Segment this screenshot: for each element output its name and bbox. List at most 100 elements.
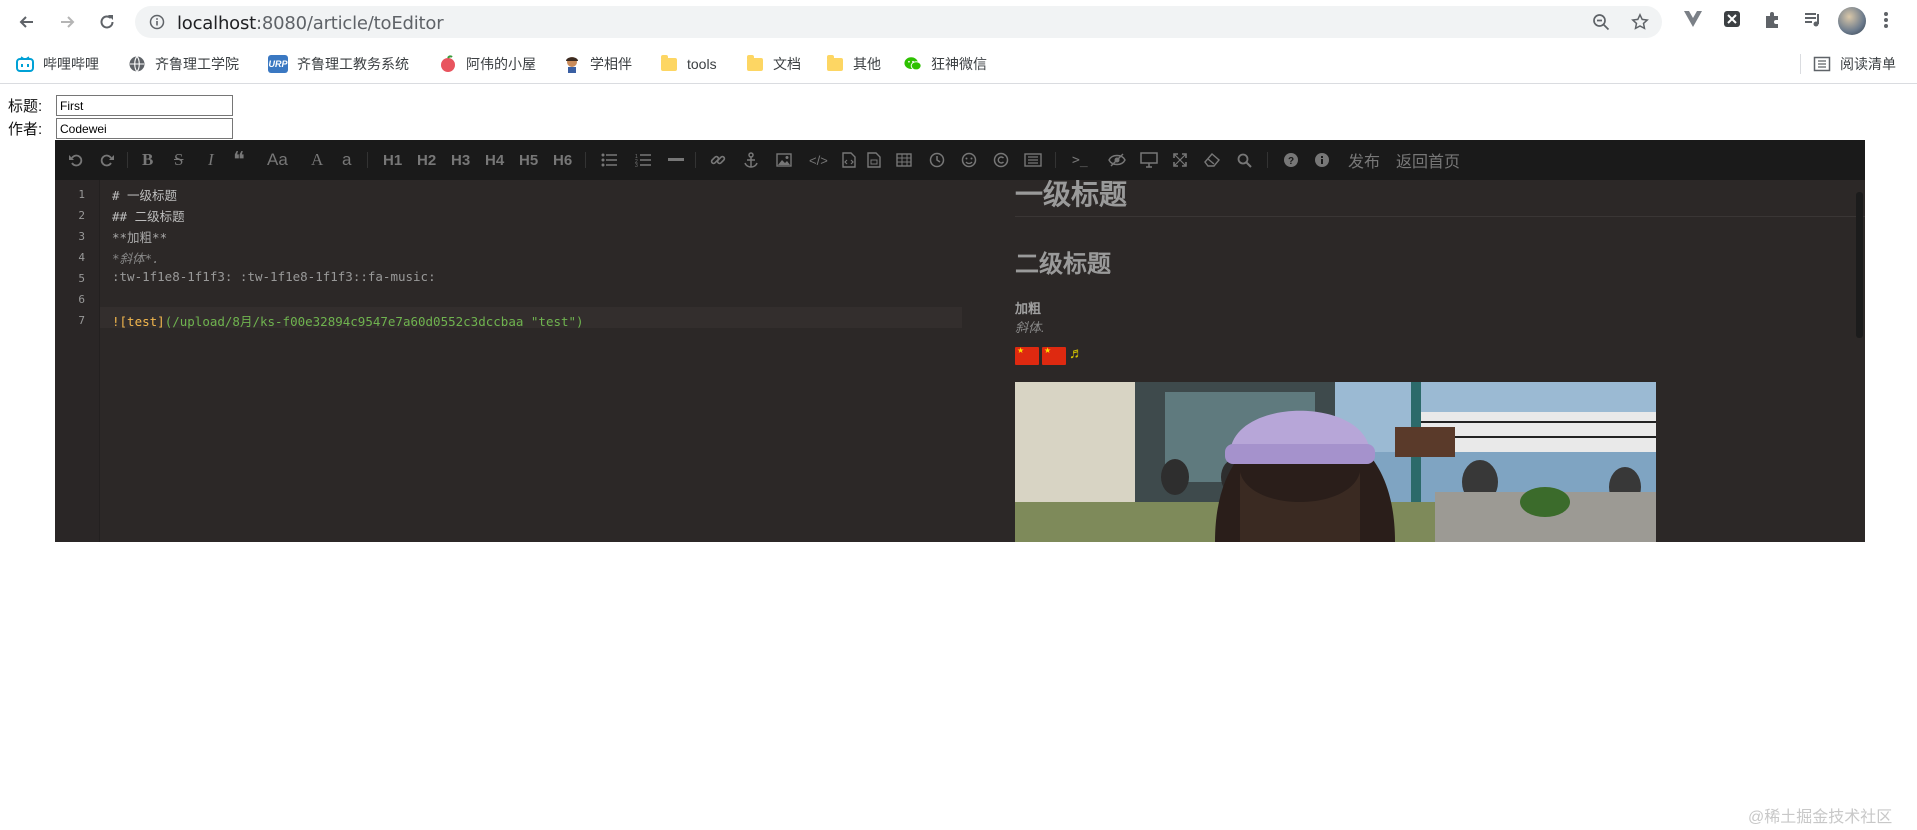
fullscreen-icon[interactable] [1173,150,1187,170]
strikethrough-icon[interactable]: S [174,150,183,170]
quote-icon[interactable]: ❝ [233,147,245,172]
music-icon: ♬ [1069,345,1084,362]
author-label: 作者: [8,121,43,138]
back-icon[interactable] [13,8,41,36]
emoji-icon[interactable] [961,150,977,170]
peach-icon [439,55,457,73]
h1-button[interactable]: H1 [383,150,402,170]
line-number: 6 [78,293,85,306]
preview-icon[interactable] [1140,150,1158,170]
bookmark-qlit-jw[interactable]: URP 齐鲁理工教务系统 [268,53,409,75]
publish-button[interactable]: 发布 [1348,150,1380,171]
media-control-icon[interactable] [1803,10,1823,35]
ordered-list-icon[interactable]: 123 [635,150,651,170]
line-number: 3 [78,230,85,243]
anchor-icon[interactable] [743,150,759,170]
bookmark-label: 齐鲁理工教务系统 [297,56,409,72]
extension-x-icon[interactable] [1723,10,1741,33]
code-line: *斜体*. [112,251,160,266]
clear-icon[interactable] [1204,150,1220,170]
avatar-icon [563,55,581,73]
info-icon[interactable] [149,14,165,35]
redo-icon[interactable] [99,150,115,170]
search-icon[interactable] [1237,150,1252,170]
h5-button[interactable]: H5 [519,150,538,170]
h6-button[interactable]: H6 [553,150,572,170]
reading-list-button[interactable]: 阅读清单 [1813,53,1896,75]
china-flag-icon [1015,347,1039,365]
watch-icon[interactable] [1108,150,1126,170]
horizontal-rule-icon[interactable] [668,150,684,170]
title-input[interactable] [56,95,233,116]
goto-line-icon[interactable]: >_ [1072,150,1088,170]
bookmark-folder-docs[interactable]: 文档 [746,53,801,75]
italic-icon[interactable]: I [208,150,214,170]
h2-button[interactable]: H2 [417,150,436,170]
line-number: 7 [78,314,85,327]
bookmark-label: 齐鲁理工学院 [155,56,239,72]
bookmark-qlit[interactable]: 齐鲁理工学院 [128,53,239,75]
unordered-list-icon[interactable] [601,150,617,170]
info-icon[interactable] [1314,150,1330,170]
code-line: :tw-1f1e8-1f1f3: :tw-1f1e8-1f1f3::fa-mus… [112,269,436,284]
preview-divider [1015,216,1865,217]
watermark: @稀土掘金技术社区 [1748,809,1893,826]
html-entities-icon[interactable] [993,150,1009,170]
url-host: localhost [177,13,256,34]
preview-scrollbar[interactable] [1856,192,1863,338]
h3-button[interactable]: H3 [451,150,470,170]
bold-icon[interactable]: B [142,150,153,170]
bookmark-awei[interactable]: 阿伟的小屋 [439,53,536,75]
help-icon[interactable]: ? [1283,150,1299,170]
preview-image [1015,382,1656,542]
profile-avatar[interactable] [1838,7,1866,35]
back-home-button[interactable]: 返回首页 [1396,150,1460,171]
code-line: **加粗** [112,230,168,245]
bookmark-wechat[interactable]: 狂神微信 [904,53,987,75]
reading-list-icon [1813,55,1831,73]
editor-toolbar: B S I ❝ Aa A a H1 H2 H3 H4 H5 H6 123 </>… [55,140,1865,180]
lowercase-icon[interactable]: a [342,150,351,170]
preview-heading-1: 一级标题 [1015,180,1128,210]
bookmark-label: 学相伴 [590,56,632,72]
code-line: ![test](/upload/8月/ks-f00e32894c9547e7a6… [112,311,584,330]
reload-icon[interactable] [93,8,121,36]
preformatted-icon[interactable] [867,150,881,170]
pagebreak-icon[interactable] [1024,150,1042,170]
first-letter-uppercase-icon[interactable]: A [311,150,323,170]
zoom-icon[interactable] [1592,13,1610,36]
datetime-icon[interactable] [929,150,945,170]
bookmark-star-icon[interactable] [1631,13,1649,36]
line-number-gutter: 1 2 3 4 5 6 7 [55,180,100,542]
forward-icon[interactable] [53,8,81,36]
url-text[interactable]: localhost:8080/article/toEditor [177,13,444,34]
uppercase-icon[interactable]: Aa [267,150,288,170]
code-inline-icon[interactable]: </> [809,150,828,170]
image-icon[interactable] [776,150,792,170]
menu-icon[interactable] [1883,10,1889,35]
code-line: ## 二级标题 [112,209,185,224]
bookmark-folder-other[interactable]: 其他 [826,53,881,75]
bookmark-label: 哔哩哔哩 [43,56,99,72]
svg-text:?: ? [1288,156,1294,167]
code-area[interactable]: # 一级标题 ## 二级标题 **加粗** *斜体*. :tw-1f1e8-1f… [100,180,1020,542]
code-block-icon[interactable] [842,150,856,170]
toolbar-divider [127,152,128,168]
table-icon[interactable] [896,150,912,170]
undo-icon[interactable] [68,150,84,170]
wechat-icon [904,55,922,73]
bookmark-bilibili[interactable]: 哔哩哔哩 [16,53,99,75]
vue-devtools-icon[interactable] [1683,10,1703,33]
author-input[interactable] [56,118,233,139]
line-number: 2 [78,209,85,222]
extensions-puzzle-icon[interactable] [1763,10,1783,35]
toolbar-divider [695,152,696,168]
h4-button[interactable]: H4 [485,150,504,170]
bookmark-folder-tools[interactable]: tools [660,53,717,75]
link-icon[interactable] [710,150,726,170]
preview-pane: 一级标题 二级标题 加粗 斜体. ♬ [980,180,1865,542]
address-bar[interactable]: localhost:8080/article/toEditor [135,6,1662,38]
line-number: 1 [78,188,85,201]
globe-icon [128,55,146,73]
bookmark-xuexiangban[interactable]: 学相伴 [563,53,632,75]
